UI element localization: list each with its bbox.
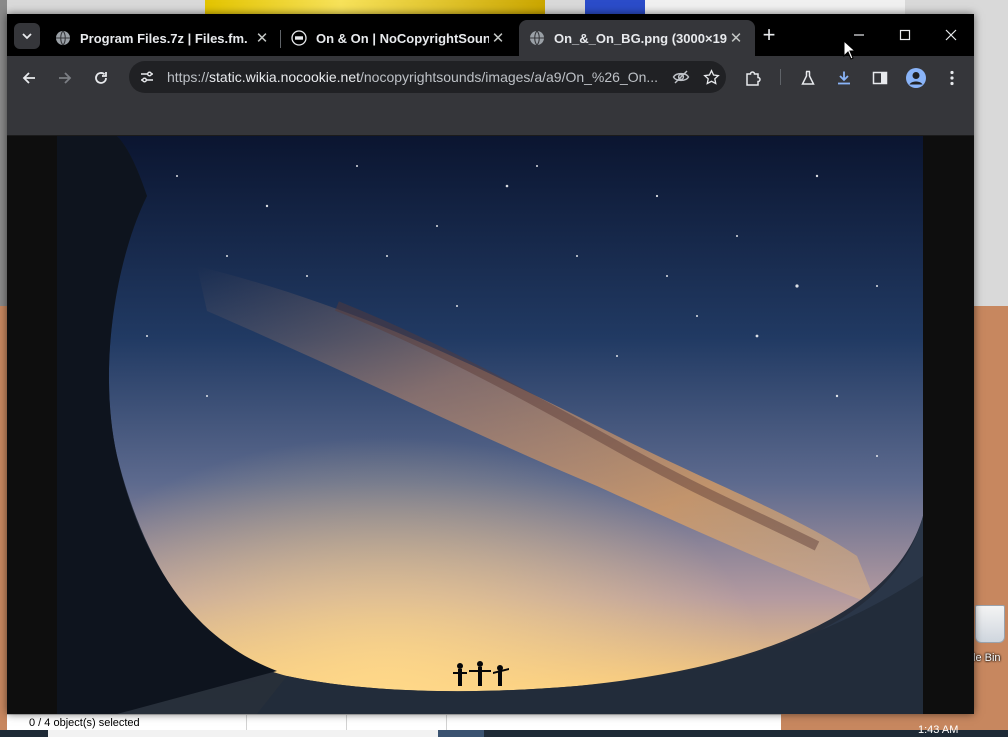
explorer-status-seg-2 — [247, 715, 347, 731]
url-path: /nocopyrightsounds/images/a/a9/On_%26_On… — [360, 69, 659, 85]
globe-icon — [530, 30, 544, 46]
flask-icon — [801, 70, 815, 85]
background-window-edge — [0, 0, 7, 306]
back-button[interactable] — [16, 65, 42, 91]
profile-button[interactable] — [903, 65, 929, 91]
close-tab-icon[interactable]: ✕ — [489, 29, 507, 47]
background-image[interactable] — [57, 136, 923, 714]
recycle-bin-label: le Bin — [973, 652, 1001, 664]
taskbar: 1:43 AM — [0, 724, 1008, 737]
avatar-icon — [906, 68, 926, 88]
close-window-button[interactable] — [928, 20, 974, 50]
forward-button[interactable] — [52, 65, 78, 91]
recycle-bin-graphic — [975, 605, 1005, 643]
site-info-button[interactable] — [135, 65, 159, 89]
ncs-logo-icon — [291, 30, 307, 46]
close-tab-icon[interactable]: ✕ — [253, 29, 271, 47]
close-icon — [945, 29, 957, 41]
tab-strip: Program Files.7z | Files.fm. ✕ On & On |… — [7, 14, 974, 56]
close-tab-icon[interactable]: ✕ — [727, 29, 745, 47]
tab-title: On_&_On_BG.png (3000×1999) — [554, 30, 727, 46]
tab-program-files[interactable]: Program Files.7z | Files.fm. ✕ — [45, 20, 281, 56]
side-panel-icon — [872, 71, 888, 85]
star-icon — [702, 68, 720, 85]
bookmark-star-button[interactable] — [696, 68, 726, 86]
tab-on-and-on-ncs[interactable]: On & On | NoCopyrightSounds ✕ — [281, 20, 517, 56]
reload-icon — [95, 72, 107, 84]
new-tab-button[interactable]: + — [757, 24, 781, 48]
taskbar-clock[interactable]: 1:43 AM — [918, 724, 958, 736]
bookmarks-bar — [7, 98, 974, 136]
explorer-selection-count: 0 / 4 object(s) selected — [7, 715, 247, 731]
reload-button[interactable] — [88, 65, 114, 91]
tab-title: Program Files.7z | Files.fm. — [80, 30, 248, 46]
toolbar-divider — [780, 69, 781, 85]
globe-icon — [56, 30, 70, 46]
tab-search-button[interactable] — [14, 23, 40, 49]
url-scheme: https:// — [167, 69, 210, 85]
maximize-icon — [899, 29, 911, 41]
tab-title: On & On | NoCopyrightSounds — [316, 30, 489, 46]
mouse-cursor-icon — [843, 40, 857, 60]
image-viewer — [7, 136, 974, 714]
tab-on-and-on-bg-image[interactable]: On_&_On_BG.png (3000×1999) ✕ — [519, 20, 755, 56]
explorer-status-seg-3 — [347, 715, 447, 731]
eye-off-icon — [672, 70, 690, 84]
milky-way-photo — [57, 136, 923, 714]
kebab-menu-icon — [950, 70, 954, 86]
explorer-status-bar: 0 / 4 object(s) selected — [7, 714, 781, 731]
extensions-button[interactable] — [740, 65, 766, 91]
url-host: static.wikia.nocookie.net — [209, 69, 360, 85]
download-icon — [838, 71, 850, 85]
arrow-left-icon — [22, 72, 35, 84]
browser-toolbar: https://static.wikia.nocookie.net/nocopy… — [7, 56, 974, 98]
puzzle-icon — [746, 71, 761, 86]
downloads-button[interactable] — [831, 65, 857, 91]
taskbar-search-box[interactable] — [48, 730, 438, 737]
menu-button[interactable] — [939, 65, 965, 91]
address-bar[interactable]: https://static.wikia.nocookie.net/nocopy… — [129, 61, 726, 93]
browser-window: Program Files.7z | Files.fm. ✕ On & On |… — [7, 14, 974, 714]
url-text[interactable]: https://static.wikia.nocookie.net/nocopy… — [167, 69, 666, 85]
labs-button[interactable] — [795, 65, 821, 91]
taskbar-app-button[interactable] — [438, 730, 484, 737]
maximize-button[interactable] — [882, 20, 928, 50]
arrow-right-icon — [59, 72, 72, 84]
chevron-down-icon — [22, 33, 32, 40]
side-panel-button[interactable] — [867, 65, 893, 91]
tracking-protection-button[interactable] — [666, 68, 696, 86]
tune-icon — [141, 71, 153, 83]
